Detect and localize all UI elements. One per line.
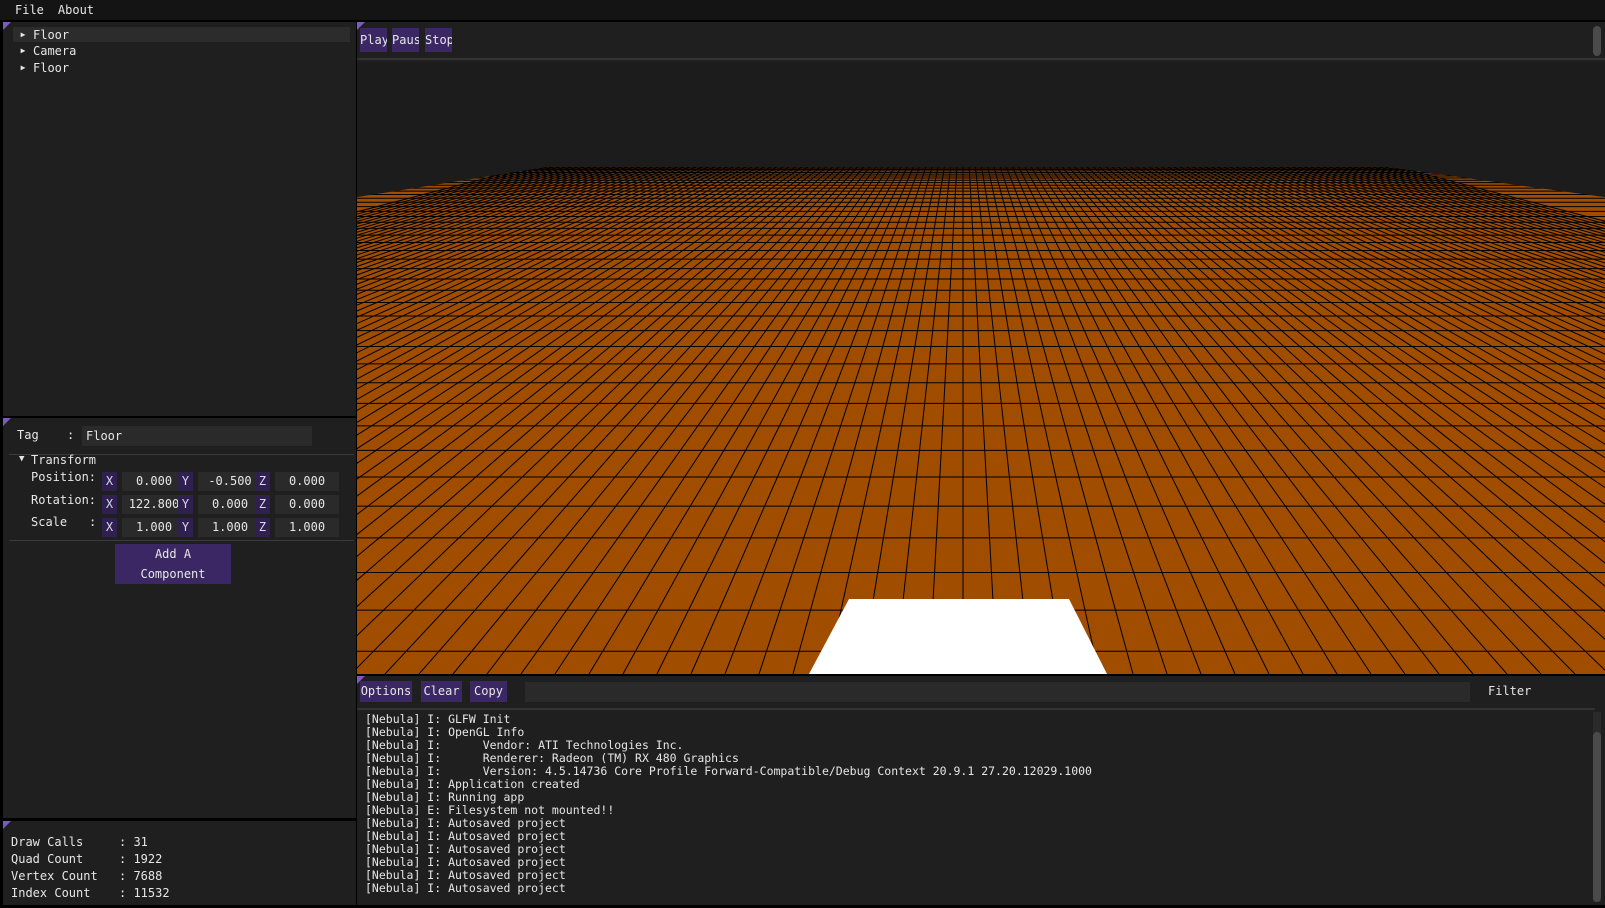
hierarchy-item-label: Floor xyxy=(33,60,70,75)
menu-bar: File About xyxy=(0,0,1605,20)
stat-value: : 7688 xyxy=(119,869,163,883)
clear-button[interactable]: Clear xyxy=(421,681,462,702)
log-line: [Nebula] I: Autosaved project xyxy=(365,855,566,869)
scale-z-field[interactable]: 1.000 xyxy=(275,518,339,537)
stat-value: : 11532 xyxy=(119,886,170,900)
collapse-arrow-icon[interactable]: ▼ xyxy=(19,454,24,464)
expand-arrow-icon[interactable]: ▶ xyxy=(13,63,33,72)
floor-plane xyxy=(357,167,1605,674)
log-line: [Nebula] I: Autosaved project xyxy=(365,868,566,882)
stop-button[interactable]: Stop xyxy=(425,28,452,52)
divider xyxy=(9,540,354,541)
log-line: [Nebula] E: Filesystem not mounted!! xyxy=(365,803,615,817)
console-panel: Options Clear Copy Filter [Nebula] I: GL… xyxy=(357,676,1605,905)
scale-label: Scale xyxy=(31,515,68,529)
scale-y-button[interactable]: Y xyxy=(178,518,193,537)
scene-canvas xyxy=(357,62,1605,674)
tag-input[interactable]: Floor xyxy=(82,426,312,446)
stat-name: Vertex Count xyxy=(11,869,98,883)
editor-window: File About ▶ Floor ▶ Camera ▶ Floor Tag … xyxy=(0,0,1605,908)
copy-button[interactable]: Copy xyxy=(470,681,507,702)
filter-label: Filter xyxy=(1488,684,1532,698)
position-y-button[interactable]: Y xyxy=(178,472,193,491)
rotation-y-field[interactable]: 0.000 xyxy=(198,495,262,514)
tag-colon: : xyxy=(67,428,75,442)
position-label: Position: xyxy=(31,470,97,484)
log-line: [Nebula] I: Renderer: Radeon (TM) RX 480… xyxy=(365,751,739,765)
log-line: [Nebula] I: Autosaved project xyxy=(365,816,566,830)
scale-x-field[interactable]: 1.000 xyxy=(122,518,186,537)
hierarchy-item-label: Floor xyxy=(33,27,70,42)
stat-index-count: Index Count : 11532 xyxy=(11,886,170,900)
hierarchy-item-floor[interactable]: ▶ Floor xyxy=(13,27,350,42)
options-button[interactable]: Options xyxy=(360,681,412,702)
scale-x-button[interactable]: X xyxy=(102,518,117,537)
pause-button[interactable]: Pause xyxy=(392,28,419,52)
menu-about[interactable]: About xyxy=(51,0,101,20)
log-line: [Nebula] I: OpenGL Info xyxy=(365,725,525,739)
toolbar-scrollbar[interactable] xyxy=(1593,26,1601,56)
panel-collapse-icon[interactable] xyxy=(3,22,11,30)
inspector-panel: Tag : Floor ▼ Transform Position: X 0.00… xyxy=(3,418,356,818)
expand-arrow-icon[interactable]: ▶ xyxy=(13,30,33,39)
log-line: [Nebula] I: Running app xyxy=(365,790,525,804)
rotation-z-field[interactable]: 0.000 xyxy=(275,495,339,514)
stat-vertex-count: Vertex Count : 7688 xyxy=(11,869,162,883)
stat-name: Quad Count xyxy=(11,852,84,866)
render-stats-panel: Draw Calls : 31 Quad Count : 1922 Vertex… xyxy=(3,821,356,905)
stat-name: Draw Calls xyxy=(11,835,84,849)
console-toolbar: Options Clear Copy Filter xyxy=(357,676,1605,706)
hierarchy-item-floor-2[interactable]: ▶ Floor xyxy=(13,60,70,75)
stat-value: : 1922 xyxy=(119,852,163,866)
scale-y-field[interactable]: 1.000 xyxy=(198,518,262,537)
console-scrollbar[interactable] xyxy=(1593,712,1601,902)
rotation-x-button[interactable]: X xyxy=(102,495,117,514)
rotation-x-field[interactable]: 122.800 xyxy=(122,495,186,514)
rotation-z-button[interactable]: Z xyxy=(255,495,270,514)
position-z-field[interactable]: 0.000 xyxy=(275,472,339,491)
console-log: [Nebula] I: GLFW Init [Nebula] I: OpenGL… xyxy=(357,708,1595,903)
scrollbar-thumb[interactable] xyxy=(1593,732,1601,902)
scene-viewport-panel: Play Pause Stop xyxy=(357,22,1605,674)
log-line: [Nebula] I: Autosaved project xyxy=(365,842,566,856)
transform-header[interactable]: Transform xyxy=(31,453,96,467)
position-x-field[interactable]: 0.000 xyxy=(122,472,186,491)
play-button[interactable]: Play xyxy=(360,28,387,52)
add-component-button[interactable]: Add A Component xyxy=(115,544,231,584)
panel-collapse-icon[interactable] xyxy=(3,821,11,829)
scene-hierarchy-panel: ▶ Floor ▶ Camera ▶ Floor xyxy=(3,22,356,416)
hierarchy-item-label: Camera xyxy=(33,43,77,58)
stat-quad-count: Quad Count : 1922 xyxy=(11,852,162,866)
panel-collapse-icon[interactable] xyxy=(3,418,11,426)
rotation-label: Rotation: xyxy=(31,493,97,507)
expand-arrow-icon[interactable]: ▶ xyxy=(13,46,33,55)
log-line: [Nebula] I: Vendor: ATI Technologies Inc… xyxy=(365,738,684,752)
position-x-button[interactable]: X xyxy=(102,472,117,491)
scale-colon: : xyxy=(89,515,97,529)
white-quad xyxy=(809,599,1107,674)
position-y-field[interactable]: -0.500 xyxy=(198,472,262,491)
log-line: [Nebula] I: Application created xyxy=(365,777,580,791)
menu-file[interactable]: File xyxy=(8,0,51,20)
log-line: [Nebula] I: GLFW Init xyxy=(365,712,511,726)
scene-render[interactable] xyxy=(357,62,1605,674)
viewport-toolbar: Play Pause Stop xyxy=(357,22,1605,60)
log-line: [Nebula] I: Version: 4.5.14736 Core Prof… xyxy=(365,764,1092,778)
scale-z-button[interactable]: Z xyxy=(255,518,270,537)
tag-label: Tag xyxy=(17,428,39,442)
rotation-y-button[interactable]: Y xyxy=(178,495,193,514)
stat-draw-calls: Draw Calls : 31 xyxy=(11,835,148,849)
stat-value: : 31 xyxy=(119,835,148,849)
log-line: [Nebula] I: Autosaved project xyxy=(365,829,566,843)
stat-name: Index Count xyxy=(11,886,91,900)
position-z-button[interactable]: Z xyxy=(255,472,270,491)
filter-input[interactable] xyxy=(525,682,1470,702)
hierarchy-item-camera[interactable]: ▶ Camera xyxy=(13,43,77,58)
log-line: [Nebula] I: Autosaved project xyxy=(365,881,566,895)
